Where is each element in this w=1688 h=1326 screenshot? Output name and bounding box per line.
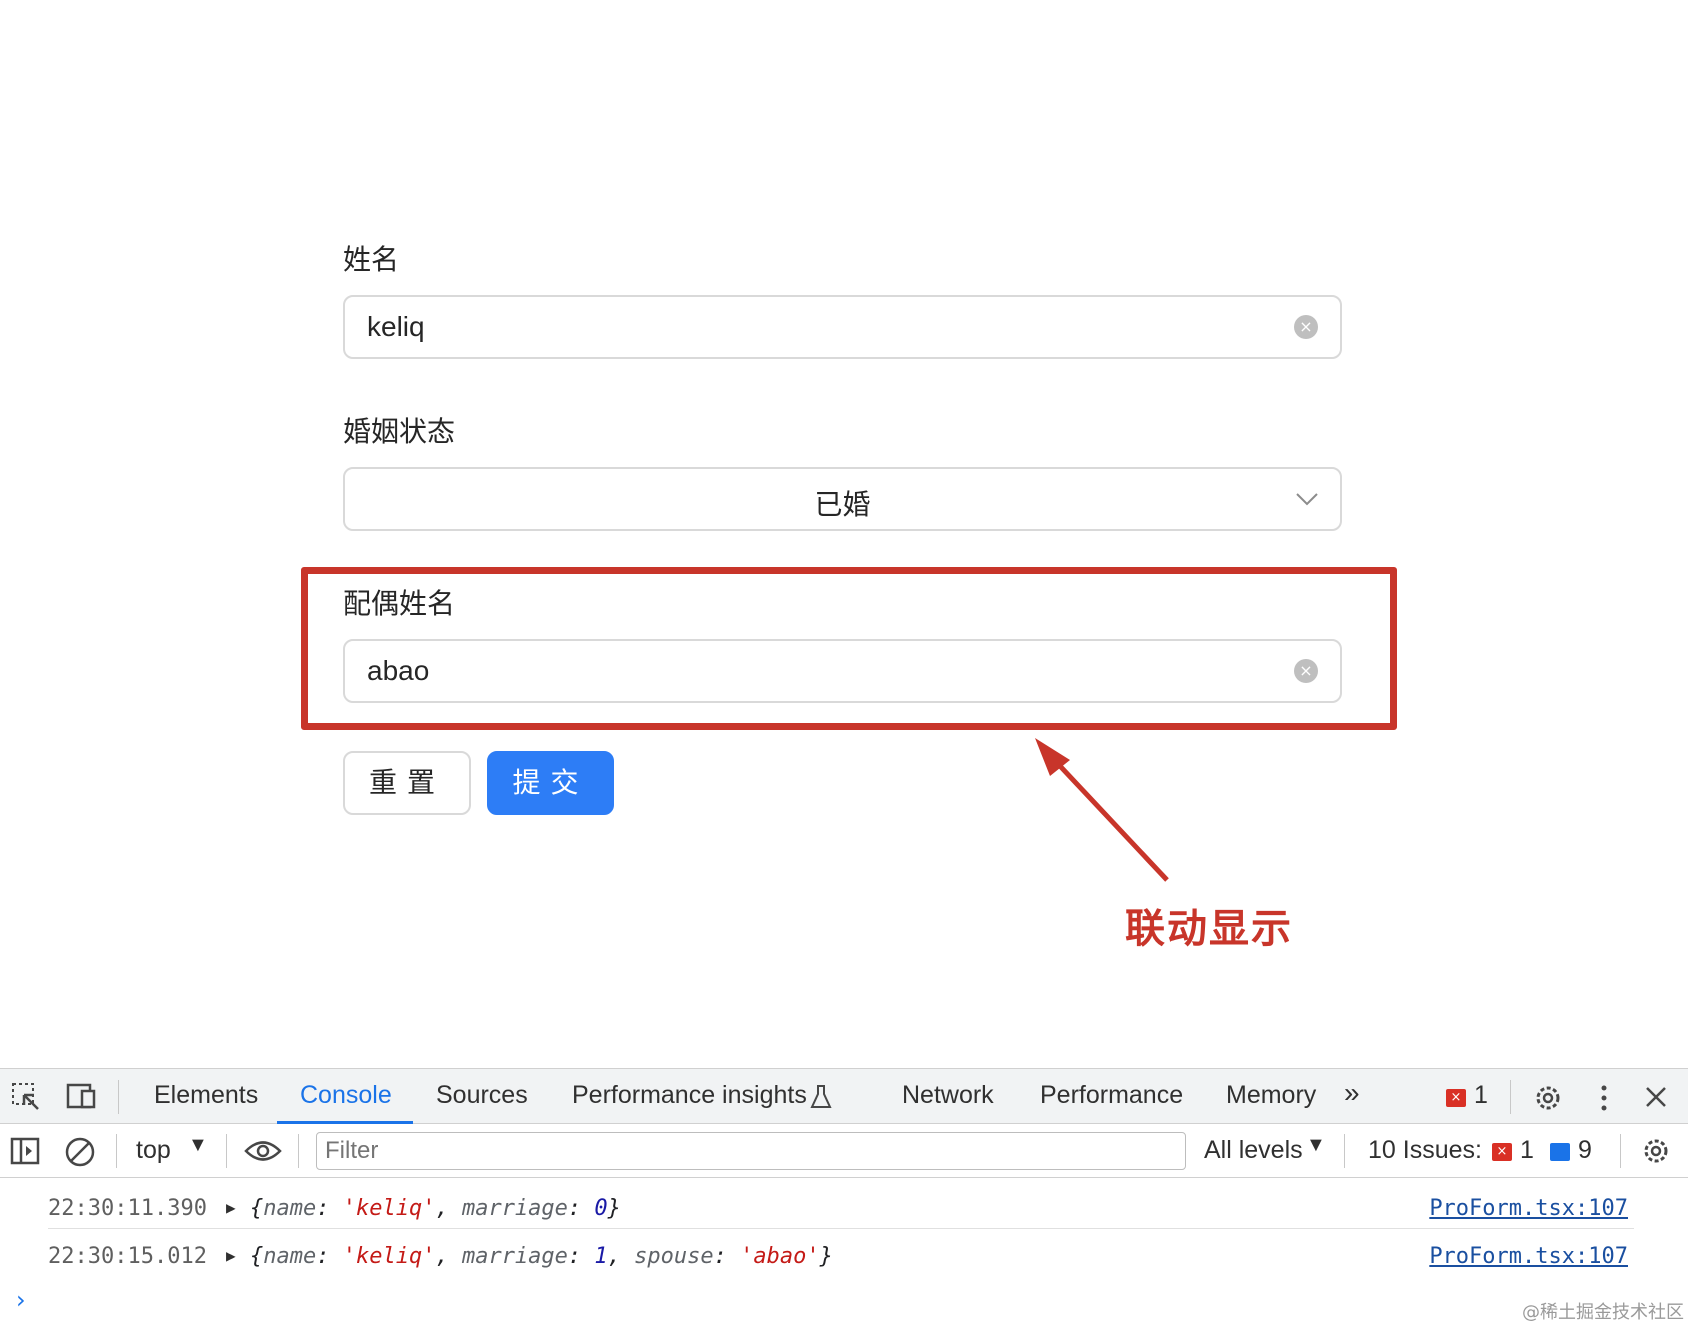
tab-console[interactable]: Console — [300, 1081, 392, 1110]
tab-performance-insights[interactable]: Performance insights — [572, 1081, 807, 1110]
log-source-link[interactable]: ProForm.tsx:107 — [1429, 1244, 1628, 1269]
log-name-value: 'keliq' — [342, 1196, 436, 1221]
log-levels-dropdown[interactable]: All levels — [1204, 1136, 1303, 1165]
issues-error-count: 1 — [1520, 1136, 1534, 1164]
context-dropdown-icon[interactable]: ▼ — [188, 1134, 208, 1157]
context-selector[interactable]: top — [136, 1136, 171, 1165]
log-timestamp: 22:30:11.390 — [48, 1196, 207, 1221]
issues-label[interactable]: 10 Issues: — [1368, 1136, 1482, 1165]
tab-memory[interactable]: Memory — [1226, 1081, 1316, 1110]
tab-network[interactable]: Network — [902, 1081, 994, 1110]
console-filter-bar: top ▼ All levels ▼ 10 Issues: × 1 9 — [0, 1124, 1688, 1178]
more-options-icon[interactable] — [1596, 1083, 1612, 1113]
marriage-select[interactable]: 已婚 — [343, 467, 1342, 531]
name-input[interactable]: keliq × — [343, 295, 1342, 359]
log-marriage-value: 1 — [594, 1244, 608, 1269]
console-prompt-icon[interactable]: › — [16, 1286, 26, 1314]
log-message[interactable]: {name: 'keliq', marriage: 0} — [250, 1196, 621, 1221]
flask-icon — [810, 1085, 832, 1108]
devtools-panel: Elements Console Sources Performance ins… — [0, 1068, 1688, 1326]
vertical-separator — [226, 1134, 227, 1168]
devtools-toolbar: Elements Console Sources Performance ins… — [0, 1068, 1688, 1124]
log-timestamp: 22:30:15.012 — [48, 1244, 207, 1269]
tab-sources[interactable]: Sources — [436, 1081, 528, 1110]
annotation-arrow — [1035, 738, 1169, 882]
vertical-separator — [116, 1134, 117, 1168]
log-marriage-value: 0 — [594, 1196, 608, 1221]
name-input-value: keliq — [367, 311, 425, 342]
expand-triangle-icon[interactable]: ▶ — [226, 1246, 236, 1265]
tab-performance[interactable]: Performance — [1040, 1081, 1183, 1110]
console-log-row: 22:30:11.390 ▶ {name: 'keliq', marriage:… — [0, 1184, 1688, 1232]
issues-info-count: 9 — [1578, 1136, 1592, 1164]
log-spouse-value: 'abao' — [740, 1244, 820, 1269]
vertical-separator — [298, 1134, 299, 1168]
log-message[interactable]: {name: 'keliq', marriage: 1, spouse: 'ab… — [250, 1244, 833, 1269]
marriage-select-value: 已婚 — [814, 489, 871, 520]
log-source-link[interactable]: ProForm.tsx:107 — [1429, 1196, 1628, 1221]
clear-icon[interactable]: × — [1294, 315, 1318, 339]
vertical-separator — [1620, 1134, 1621, 1168]
spouse-input[interactable]: abao × — [343, 639, 1342, 703]
reset-button[interactable]: 重置 — [343, 751, 471, 815]
vertical-separator — [1344, 1134, 1345, 1168]
issues-error-icon: × — [1492, 1143, 1512, 1161]
console-log-row: 22:30:15.012 ▶ {name: 'keliq', marriage:… — [0, 1232, 1688, 1280]
annotation-text: 联动显示 — [1125, 906, 1293, 952]
sidebar-toggle-icon[interactable] — [10, 1136, 40, 1166]
chevron-down-icon — [1296, 493, 1318, 506]
device-toolbar-icon[interactable] — [64, 1081, 100, 1113]
marriage-label: 婚姻状态 — [343, 415, 456, 448]
log-name-value: 'keliq' — [342, 1244, 436, 1269]
console-settings-gear-icon[interactable] — [1640, 1135, 1672, 1167]
more-tabs-icon[interactable]: » — [1344, 1077, 1360, 1109]
filter-input[interactable] — [316, 1132, 1186, 1170]
inspect-element-icon[interactable] — [10, 1081, 42, 1113]
levels-dropdown-icon[interactable]: ▼ — [1306, 1134, 1326, 1157]
submit-button[interactable]: 提交 — [487, 751, 614, 815]
issues-info-icon — [1550, 1143, 1570, 1161]
spouse-input-value: abao — [367, 655, 430, 686]
row-separator — [48, 1228, 1634, 1229]
settings-gear-icon[interactable] — [1532, 1082, 1564, 1114]
close-icon[interactable] — [1644, 1085, 1668, 1109]
error-count[interactable]: 1 — [1474, 1081, 1488, 1110]
clear-console-icon[interactable] — [64, 1136, 96, 1168]
clear-icon[interactable]: × — [1294, 659, 1318, 683]
vertical-separator — [1510, 1080, 1511, 1114]
live-expression-eye-icon[interactable] — [244, 1138, 282, 1164]
vertical-separator — [118, 1080, 119, 1114]
tab-elements[interactable]: Elements — [154, 1081, 258, 1110]
spouse-label: 配偶姓名 — [343, 587, 456, 620]
error-badge-icon: × — [1446, 1089, 1466, 1107]
watermark: @稀土掘金技术社区 — [1522, 1302, 1684, 1323]
name-label: 姓名 — [343, 243, 400, 276]
expand-triangle-icon[interactable]: ▶ — [226, 1198, 236, 1217]
